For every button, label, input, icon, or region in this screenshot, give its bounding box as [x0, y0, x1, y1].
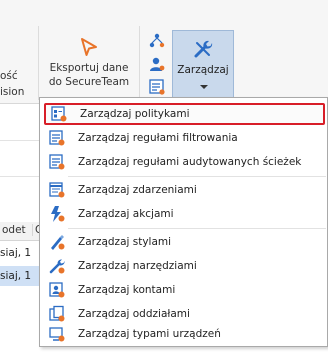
- menu-item-label: Zarządzaj akcjami: [78, 208, 174, 220]
- menu-item-label: Zarządzaj oddziałami: [78, 308, 190, 320]
- hierarchy-icon[interactable]: [148, 32, 166, 50]
- styles-icon: [51, 235, 65, 250]
- menu-item-label: Zarządzaj politykami: [80, 108, 190, 120]
- policy-icon: [51, 106, 67, 122]
- menu-item-manage-accounts[interactable]: Zarządzaj kontami: [44, 279, 325, 301]
- grid-divider: [0, 176, 39, 177]
- grid-header: odet O: [0, 222, 43, 241]
- ribbon-left-label-fragment: ość: [0, 70, 18, 82]
- filter-rules-icon: [49, 130, 65, 146]
- menu-item-label: Zarządzaj stylami: [78, 236, 172, 248]
- export-label-line-1: Eksportuj dane: [49, 62, 129, 74]
- menu-item-manage-styles[interactable]: Zarządzaj stylami: [44, 231, 325, 253]
- menu-separator: [68, 176, 326, 177]
- manage-dropdown-menu: Zarządzaj politykami Zarządzaj regułami …: [39, 97, 328, 347]
- menu-item-manage-tools[interactable]: Zarządzaj narzędziami: [44, 255, 325, 277]
- accounts-icon: [49, 282, 65, 298]
- table-row[interactable]: siaj, 1: [0, 266, 40, 286]
- grid-cell: siaj, 1: [0, 247, 32, 259]
- user-settings-icon[interactable]: [148, 55, 166, 73]
- ribbon-left-label-fragment-2: ision: [0, 86, 25, 98]
- ribbon-separator: [38, 26, 39, 100]
- tools-icon: [49, 259, 65, 274]
- export-label-line-2: do SecureTeam: [48, 76, 130, 88]
- grid-divider: [0, 140, 39, 141]
- menu-item-label: Zarządzaj typami urządzeń: [78, 328, 221, 340]
- menu-item-label: Zarządzaj zdarzeniami: [78, 184, 197, 196]
- manage-label: Zarządzaj: [177, 64, 229, 76]
- ribbon-separator: [139, 26, 140, 100]
- menu-item-label: Zarządzaj regułami filtrowania: [78, 132, 238, 144]
- menu-item-manage-branches[interactable]: Zarządzaj oddziałami: [44, 303, 325, 325]
- menu-item-manage-actions[interactable]: Zarządzaj akcjami: [44, 203, 325, 225]
- device-types-icon: [49, 327, 65, 342]
- table-row[interactable]: siaj, 1: [0, 243, 40, 263]
- grid-header-cell: odet: [2, 224, 26, 236]
- events-icon: [49, 182, 65, 198]
- menu-item-manage-policies[interactable]: Zarządzaj politykami: [44, 103, 325, 125]
- export-to-secureteam-button[interactable]: Eksportuj dane do SecureTeam: [46, 30, 132, 100]
- menu-item-label: Zarządzaj narzędziami: [78, 260, 197, 272]
- menu-item-manage-device-types[interactable]: Zarządzaj typami urządzeń: [44, 323, 325, 345]
- manage-button[interactable]: Zarządzaj: [172, 30, 234, 98]
- menu-item-label: Zarządzaj regułami audytowanych ścieżek: [78, 156, 302, 168]
- audit-path-rules-icon: [49, 154, 65, 170]
- export-cursor-icon: [81, 38, 97, 56]
- wrench-icon: [194, 40, 213, 58]
- menu-separator: [68, 228, 326, 229]
- menu-item-manage-audit-path-rules[interactable]: Zarządzaj regułami audytowanych ścieżek: [44, 151, 325, 173]
- list-settings-icon[interactable]: [148, 78, 166, 96]
- menu-item-manage-filter-rules[interactable]: Zarządzaj regułami filtrowania: [44, 127, 325, 149]
- menu-item-label: Zarządzaj kontami: [78, 284, 176, 296]
- grid-cell: siaj, 1: [0, 270, 32, 282]
- menu-item-manage-events[interactable]: Zarządzaj zdarzeniami: [44, 179, 325, 201]
- chevron-down-icon: [200, 85, 208, 89]
- actions-icon: [51, 206, 65, 222]
- branches-icon: [49, 305, 65, 322]
